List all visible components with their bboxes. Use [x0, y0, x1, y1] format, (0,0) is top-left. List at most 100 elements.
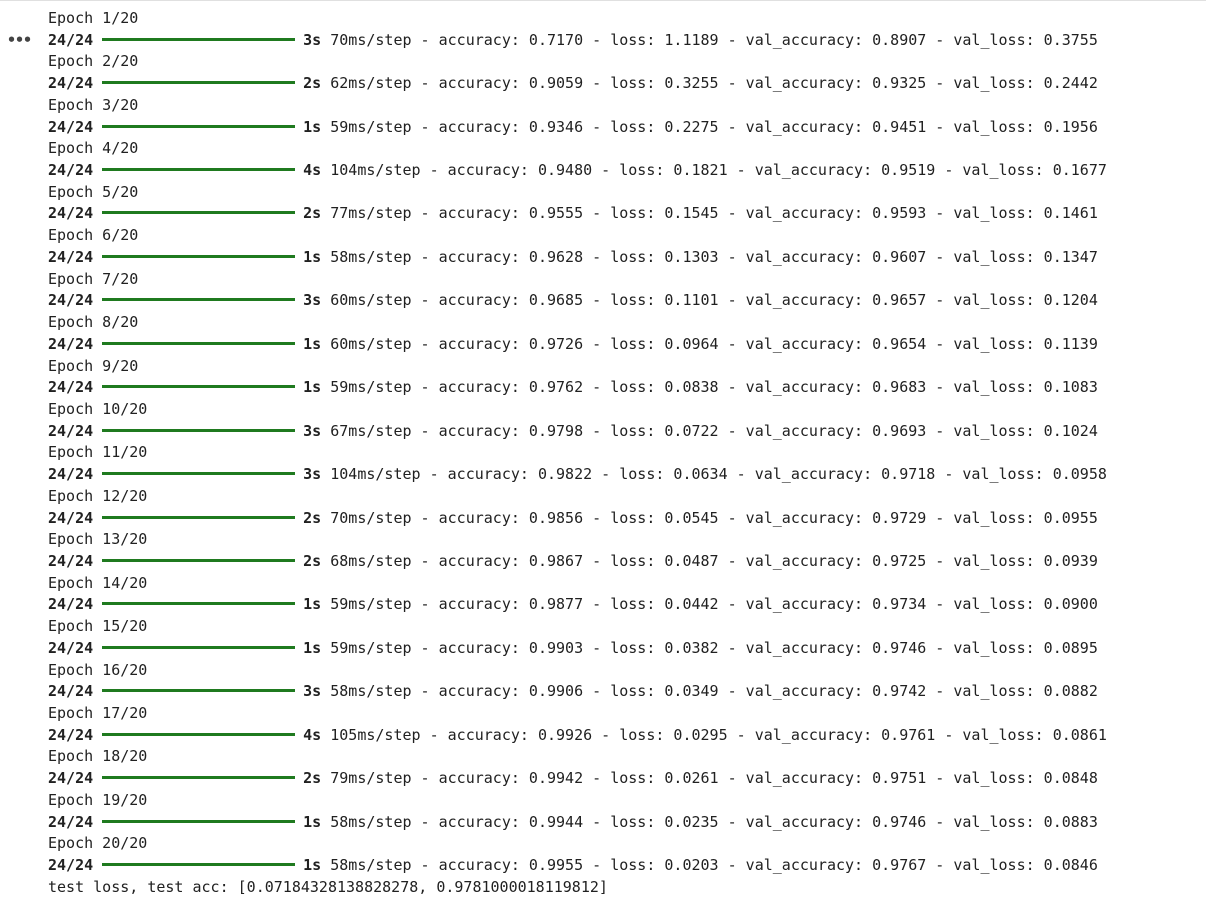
epoch-progress-line: 24/24 2s 62ms/step - accuracy: 0.9059 - l… — [48, 73, 1198, 95]
epoch-metrics: 60ms/step - accuracy: 0.9726 - loss: 0.0… — [330, 334, 1098, 353]
epoch-header: Epoch 20/20 — [48, 834, 148, 853]
step-count: 24/24 — [48, 204, 94, 223]
epoch-duration: 3s — [303, 421, 322, 440]
epoch-progress-line: 24/24 3s 60ms/step - accuracy: 0.9685 - l… — [48, 290, 1198, 312]
step-count: 24/24 — [48, 551, 94, 570]
epoch-duration: 3s — [303, 682, 322, 701]
progress-bar — [102, 428, 296, 432]
epoch-duration: 3s — [303, 465, 322, 484]
step-count: 24/24 — [48, 856, 94, 875]
epoch-metrics: 105ms/step - accuracy: 0.9926 - loss: 0.… — [330, 725, 1107, 744]
epoch-duration: 2s — [303, 74, 322, 93]
step-count: 24/24 — [48, 769, 94, 788]
epoch-header: Epoch 18/20 — [48, 747, 148, 766]
epoch-header: Epoch 5/20 — [48, 182, 139, 201]
epoch-progress-line: 24/24 1s 59ms/step - accuracy: 0.9877 - l… — [48, 594, 1198, 616]
epoch-metrics: 59ms/step - accuracy: 0.9903 - loss: 0.0… — [330, 638, 1098, 657]
epoch-metrics: 60ms/step - accuracy: 0.9685 - loss: 0.1… — [330, 291, 1098, 310]
epoch-header: Epoch 19/20 — [48, 790, 148, 809]
step-count: 24/24 — [48, 638, 94, 657]
epoch-metrics: 59ms/step - accuracy: 0.9762 - loss: 0.0… — [330, 378, 1098, 397]
progress-bar — [102, 558, 296, 562]
cell-output: Epoch 1/20 24/24 3s 70ms/step - accuracy: … — [48, 8, 1198, 898]
progress-bar — [102, 732, 296, 736]
epoch-progress-line: 24/24 2s 70ms/step - accuracy: 0.9856 - l… — [48, 508, 1198, 530]
epoch-progress-line: 24/24 3s 70ms/step - accuracy: 0.7170 - l… — [48, 30, 1198, 52]
epoch-duration: 2s — [303, 551, 322, 570]
epoch-progress-line: 24/24 2s 77ms/step - accuracy: 0.9555 - l… — [48, 203, 1198, 225]
epoch-duration: 2s — [303, 204, 322, 223]
epoch-progress-line: 24/24 1s 58ms/step - accuracy: 0.9944 - l… — [48, 812, 1198, 834]
epoch-header: Epoch 8/20 — [48, 313, 139, 332]
epoch-metrics: 104ms/step - accuracy: 0.9822 - loss: 0.… — [330, 465, 1107, 484]
epoch-progress-line: 24/24 1s 58ms/step - accuracy: 0.9955 - l… — [48, 855, 1198, 877]
epoch-progress-line: 24/24 1s 59ms/step - accuracy: 0.9762 - l… — [48, 377, 1198, 399]
epoch-duration: 1s — [303, 812, 322, 831]
step-count: 24/24 — [48, 465, 94, 484]
progress-bar — [102, 254, 296, 258]
step-count: 24/24 — [48, 682, 94, 701]
progress-bar — [102, 819, 296, 823]
progress-bar — [102, 776, 296, 780]
epoch-metrics: 70ms/step - accuracy: 0.7170 - loss: 1.1… — [330, 30, 1098, 49]
epoch-metrics: 104ms/step - accuracy: 0.9480 - loss: 0.… — [330, 161, 1107, 180]
step-count: 24/24 — [48, 334, 94, 353]
progress-bar — [102, 689, 296, 693]
epoch-progress-line: 24/24 1s 60ms/step - accuracy: 0.9726 - l… — [48, 334, 1198, 356]
progress-bar — [102, 645, 296, 649]
epoch-header: Epoch 6/20 — [48, 226, 139, 245]
epoch-metrics: 79ms/step - accuracy: 0.9942 - loss: 0.0… — [330, 769, 1098, 788]
progress-bar — [102, 472, 296, 476]
epoch-metrics: 77ms/step - accuracy: 0.9555 - loss: 0.1… — [330, 204, 1098, 223]
progress-bar — [102, 602, 296, 606]
epoch-progress-line: 24/24 1s 58ms/step - accuracy: 0.9628 - l… — [48, 247, 1198, 269]
progress-bar — [102, 81, 296, 85]
step-count: 24/24 — [48, 595, 94, 614]
epoch-progress-line: 24/24 1s 59ms/step - accuracy: 0.9903 - l… — [48, 638, 1198, 660]
cell-top-border — [0, 0, 1206, 1]
epoch-header: Epoch 4/20 — [48, 139, 139, 158]
progress-bar — [102, 385, 296, 389]
epoch-metrics: 58ms/step - accuracy: 0.9628 - loss: 0.1… — [330, 247, 1098, 266]
epoch-duration: 1s — [303, 595, 322, 614]
progress-bar — [102, 863, 296, 867]
epoch-duration: 3s — [303, 291, 322, 310]
epoch-metrics: 59ms/step - accuracy: 0.9877 - loss: 0.0… — [330, 595, 1098, 614]
epoch-header: Epoch 10/20 — [48, 399, 148, 418]
epoch-duration: 4s — [303, 725, 322, 744]
epoch-progress-line: 24/24 1s 59ms/step - accuracy: 0.9346 - l… — [48, 117, 1198, 139]
epoch-header: Epoch 1/20 — [48, 9, 139, 27]
epoch-progress-line: 24/24 3s 67ms/step - accuracy: 0.9798 - l… — [48, 421, 1198, 443]
epoch-progress-line: 24/24 3s 104ms/step - accuracy: 0.9822 - … — [48, 464, 1198, 486]
step-count: 24/24 — [48, 161, 94, 180]
epoch-header: Epoch 3/20 — [48, 95, 139, 114]
epoch-duration: 4s — [303, 161, 322, 180]
epoch-progress-line: 24/24 4s 104ms/step - accuracy: 0.9480 - … — [48, 160, 1198, 182]
epoch-duration: 3s — [303, 30, 322, 49]
epoch-header: Epoch 2/20 — [48, 52, 139, 71]
epoch-duration: 2s — [303, 508, 322, 527]
epoch-header: Epoch 16/20 — [48, 660, 148, 679]
progress-bar — [102, 37, 296, 41]
step-count: 24/24 — [48, 74, 94, 93]
progress-bar — [102, 211, 296, 215]
epoch-header: Epoch 9/20 — [48, 356, 139, 375]
epoch-metrics: 58ms/step - accuracy: 0.9955 - loss: 0.0… — [330, 856, 1098, 875]
epoch-progress-line: 24/24 2s 79ms/step - accuracy: 0.9942 - l… — [48, 768, 1198, 790]
epoch-duration: 1s — [303, 117, 322, 136]
epoch-header: Epoch 12/20 — [48, 486, 148, 505]
epoch-duration: 1s — [303, 334, 322, 353]
epoch-duration: 1s — [303, 856, 322, 875]
epoch-progress-line: 24/24 3s 58ms/step - accuracy: 0.9906 - l… — [48, 681, 1198, 703]
progress-bar — [102, 341, 296, 345]
step-count: 24/24 — [48, 291, 94, 310]
epoch-metrics: 67ms/step - accuracy: 0.9798 - loss: 0.0… — [330, 421, 1098, 440]
epoch-progress-line: 24/24 4s 105ms/step - accuracy: 0.9926 - … — [48, 725, 1198, 747]
step-count: 24/24 — [48, 421, 94, 440]
epoch-duration: 1s — [303, 247, 322, 266]
epoch-metrics: 58ms/step - accuracy: 0.9944 - loss: 0.0… — [330, 812, 1098, 831]
epoch-duration: 1s — [303, 378, 322, 397]
step-count: 24/24 — [48, 247, 94, 266]
progress-bar — [102, 168, 296, 172]
output-actions-icon[interactable]: ••• — [7, 31, 32, 49]
